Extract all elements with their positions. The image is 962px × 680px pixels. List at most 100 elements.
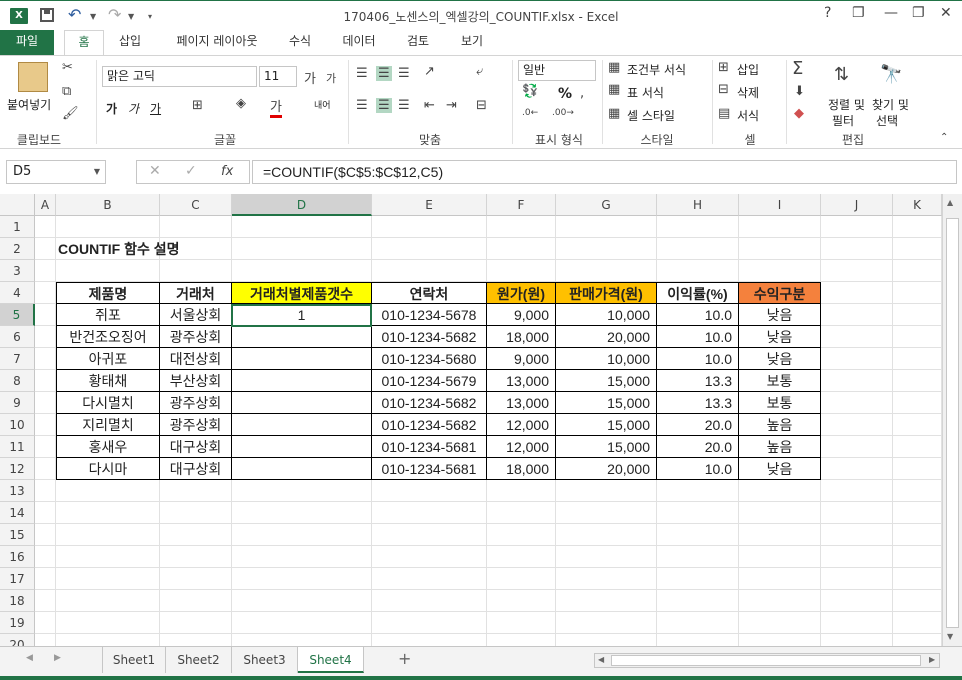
table-cell[interactable]: 쥐포 xyxy=(56,304,160,326)
cell-styles-button[interactable]: 셀 스타일 xyxy=(627,107,675,124)
ribbon-display-options-button[interactable]: ❐ xyxy=(852,5,865,21)
format-cells-button[interactable]: 서식 xyxy=(737,107,759,124)
table-cell[interactable]: 010-1234-5682 xyxy=(372,392,487,414)
table-cell[interactable]: 광주상회 xyxy=(160,414,232,436)
table-cell[interactable] xyxy=(232,392,372,414)
add-sheet-icon[interactable]: + xyxy=(398,649,411,668)
row-header-5[interactable]: 5 xyxy=(0,304,35,326)
help-button[interactable]: ? xyxy=(824,5,831,21)
table-cell[interactable]: 18,000 xyxy=(487,458,556,480)
column-header-k[interactable]: K xyxy=(893,194,942,216)
column-header-d[interactable]: D xyxy=(232,194,372,216)
clear-icon[interactable]: ◆ xyxy=(794,106,804,121)
underline-button[interactable]: 가 xyxy=(150,100,161,117)
table-cell[interactable]: 다시멸치 xyxy=(56,392,160,414)
minimize-button[interactable]: — xyxy=(884,5,898,21)
row-header-8[interactable]: 8 xyxy=(0,370,35,392)
table-cell[interactable]: 010-1234-5680 xyxy=(372,348,487,370)
orientation-icon[interactable]: ↗ xyxy=(424,64,435,79)
horizontal-scroll-thumb[interactable] xyxy=(611,655,921,666)
collapse-ribbon-icon[interactable]: ⌃ xyxy=(940,132,948,143)
insert-function-icon[interactable]: fx xyxy=(221,164,233,179)
format-table-icon[interactable]: ▦ xyxy=(608,82,620,97)
table-cell[interactable]: 13,000 xyxy=(487,370,556,392)
table-cell[interactable]: 20,000 xyxy=(556,326,657,348)
row-header-19[interactable]: 19 xyxy=(0,612,35,634)
align-left-icon[interactable]: ☰ xyxy=(356,98,368,113)
comma-style-icon[interactable]: , xyxy=(580,86,584,101)
table-cell[interactable]: 010-1234-5682 xyxy=(372,414,487,436)
align-top-icon[interactable]: ☰ xyxy=(356,66,368,81)
row-header-2[interactable]: 2 xyxy=(0,238,35,260)
column-header-g[interactable]: G xyxy=(556,194,657,216)
table-cell[interactable]: 10.0 xyxy=(657,304,739,326)
sheet-tab-sheet1[interactable]: Sheet1 xyxy=(102,647,166,673)
table-cell[interactable]: 아귀포 xyxy=(56,348,160,370)
spreadsheet-grid[interactable]: ABCDEFGHIJK 1 2 3 4 5 6 7 8 9 10 11 12 13 14 15 16 17 18 1… xyxy=(0,194,942,646)
table-cell[interactable] xyxy=(232,370,372,392)
tab-view[interactable]: 보기 xyxy=(450,30,494,55)
table-cell[interactable]: 낮음 xyxy=(739,458,821,480)
fill-color-icon[interactable]: ◈ xyxy=(236,96,246,111)
paste-icon[interactable] xyxy=(18,62,48,92)
table-cell[interactable]: 20.0 xyxy=(657,414,739,436)
decrease-decimal-icon[interactable]: .00→ xyxy=(552,108,574,118)
row-header-11[interactable]: 11 xyxy=(0,436,35,458)
select-all-button[interactable] xyxy=(0,194,35,216)
row-header-12[interactable]: 12 xyxy=(0,458,35,480)
format-painter-icon[interactable]: 🖌 xyxy=(62,106,79,121)
column-header-b[interactable]: B xyxy=(56,194,160,216)
table-cell[interactable]: 낮음 xyxy=(739,348,821,370)
table-cell[interactable]: 15,000 xyxy=(556,370,657,392)
scroll-left-icon[interactable]: ◀ xyxy=(598,655,604,664)
table-header-cell[interactable]: 판매가격(원) xyxy=(556,282,657,304)
table-cell[interactable]: 12,000 xyxy=(487,414,556,436)
table-cell[interactable]: 광주상회 xyxy=(160,326,232,348)
table-cell[interactable]: 대전상회 xyxy=(160,348,232,370)
autosum-icon[interactable]: Σ xyxy=(792,58,803,79)
row-header-4[interactable]: 4 xyxy=(0,282,35,304)
horizontal-scrollbar[interactable]: ◀ ▶ xyxy=(594,653,940,668)
table-cell[interactable]: 13.3 xyxy=(657,370,739,392)
table-cell[interactable] xyxy=(232,414,372,436)
maximize-button[interactable]: ❐ xyxy=(912,5,925,21)
fill-icon[interactable]: ⬇ xyxy=(794,84,805,99)
table-cell[interactable]: 낮음 xyxy=(739,326,821,348)
table-cell[interactable]: 010-1234-5681 xyxy=(372,436,487,458)
table-cell[interactable] xyxy=(232,458,372,480)
find-select-button[interactable]: 찾기 및 xyxy=(872,96,909,113)
chevron-down-icon[interactable]: ▼ xyxy=(94,161,100,183)
table-header-cell[interactable]: 거래처 xyxy=(160,282,232,304)
table-cell[interactable]: 반건조오징어 xyxy=(56,326,160,348)
table-cell[interactable]: 보통 xyxy=(739,370,821,392)
row-header-16[interactable]: 16 xyxy=(0,546,35,568)
table-cell[interactable]: 10,000 xyxy=(556,348,657,370)
column-header-f[interactable]: F xyxy=(487,194,556,216)
font-name-select[interactable]: 맑은 고딕 xyxy=(102,66,257,87)
table-cell[interactable]: 10.0 xyxy=(657,348,739,370)
table-cell[interactable]: 9,000 xyxy=(487,304,556,326)
percent-style-button[interactable]: % xyxy=(558,86,572,102)
cut-icon[interactable]: ✂ xyxy=(62,60,73,75)
row-header-3[interactable]: 3 xyxy=(0,260,35,282)
next-sheet-icon[interactable]: ▶ xyxy=(54,653,61,663)
scroll-down-icon[interactable]: ▼ xyxy=(947,632,953,641)
align-center-icon[interactable]: ☰ xyxy=(376,98,392,113)
table-cell[interactable]: 높음 xyxy=(739,436,821,458)
paste-button[interactable]: 붙여넣기 xyxy=(7,96,51,113)
table-header-cell[interactable]: 연락처 xyxy=(372,282,487,304)
tab-page-layout[interactable]: 페이지 레이아웃 xyxy=(162,30,272,55)
borders-icon[interactable]: ⊞ xyxy=(192,98,203,113)
table-cell[interactable]: 13,000 xyxy=(487,392,556,414)
copy-icon[interactable]: ⧉ xyxy=(62,84,71,99)
accounting-format-icon[interactable]: 💱 xyxy=(522,84,538,99)
italic-button[interactable]: 가 xyxy=(128,100,139,117)
column-header-a[interactable]: A xyxy=(35,194,56,216)
table-cell[interactable]: 대구상회 xyxy=(160,436,232,458)
row-header-17[interactable]: 17 xyxy=(0,568,35,590)
sort-filter-button[interactable]: 정렬 및 xyxy=(828,96,865,113)
scroll-right-icon[interactable]: ▶ xyxy=(929,655,935,664)
name-box[interactable]: D5 ▼ xyxy=(6,160,106,184)
font-size-select[interactable]: 11 xyxy=(259,66,297,87)
row-header-9[interactable]: 9 xyxy=(0,392,35,414)
